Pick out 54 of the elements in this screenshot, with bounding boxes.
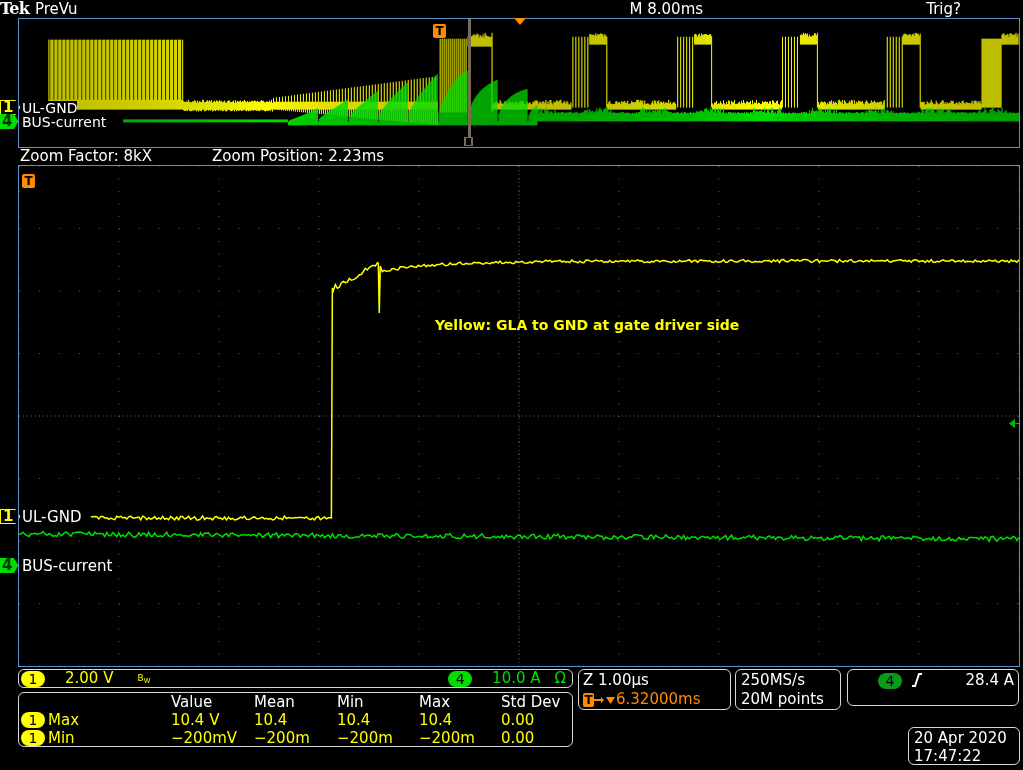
measurement-name: Min	[48, 730, 75, 746]
trigger-level-icon	[1009, 419, 1019, 428]
zoom-factor-label: Zoom Factor: 8kX	[20, 149, 152, 164]
channel-label: UL-GND	[22, 101, 78, 115]
column-header: Value	[171, 695, 214, 711]
measurement-value: 10.4	[419, 712, 454, 728]
channel-badge: 4	[878, 673, 902, 689]
zoom-scale: Z 1.00µs	[583, 673, 650, 688]
trigger-position-icon	[514, 18, 526, 25]
scale-value: 2.00 V	[65, 671, 114, 686]
measurement-value: 10.4	[254, 712, 289, 728]
zoom-bracket-icon	[464, 137, 473, 146]
mode-label: PreVu	[34, 1, 78, 17]
channel-badge: 1	[21, 670, 45, 687]
trigger-position: 6.32000ms	[616, 692, 701, 707]
bandwidth-limit-label: B$_{W}$	[137, 674, 151, 683]
channel-label: BUS-current	[22, 559, 113, 574]
trigger-marker: T	[433, 24, 446, 38]
channel-badge: 4	[448, 670, 473, 687]
measurement-value: 0.00	[501, 730, 536, 746]
column-header: Std Dev	[501, 695, 562, 711]
measurement-value: −200mV	[171, 730, 239, 746]
channel-label: BUS-current	[22, 115, 107, 129]
record-length: 20M points	[741, 692, 825, 707]
column-header: Max	[419, 695, 451, 711]
channel-marker: 4	[0, 114, 19, 129]
waveform-annotation: Yellow: GLA to GND at gate driver side	[435, 318, 740, 332]
sample-rate: 250MS/s	[741, 673, 806, 688]
trigger-marker: T	[583, 692, 594, 707]
measurement-value: 10.4	[337, 712, 372, 728]
channel-marker: 4	[0, 558, 19, 573]
trigger-level: 28.4 A	[965, 673, 1014, 688]
rising-edge-icon	[912, 673, 922, 687]
column-header: Min	[337, 695, 365, 711]
measurement-value: −200m	[254, 730, 311, 746]
termination-label: Ω	[554, 671, 566, 686]
scale-value: 10.0 A	[492, 671, 541, 686]
measurement-value: 10.4 V	[171, 712, 221, 728]
measurement-value: −200m	[337, 730, 394, 746]
trigger-status: Trig?	[926, 1, 961, 17]
column-header: Mean	[254, 695, 296, 711]
measurement-name: Max	[48, 712, 79, 728]
brand-logo: Tek	[0, 1, 29, 17]
date: 20 Apr 2020	[914, 731, 1008, 746]
time: 17:47:22	[914, 749, 983, 764]
channel-badge: 1	[21, 730, 45, 746]
channel-badge: 1	[21, 712, 45, 728]
trigger-marker: T	[22, 174, 35, 188]
arrow-right-icon	[594, 694, 616, 705]
measurement-value: 0.00	[501, 712, 536, 728]
channel-label: UL-GND	[22, 510, 82, 525]
measurement-value: −200m	[419, 730, 476, 746]
zoom-position-label: Zoom Position: 2.23ms	[212, 149, 385, 164]
timebase-label: M 8.00ms	[629, 1, 704, 17]
